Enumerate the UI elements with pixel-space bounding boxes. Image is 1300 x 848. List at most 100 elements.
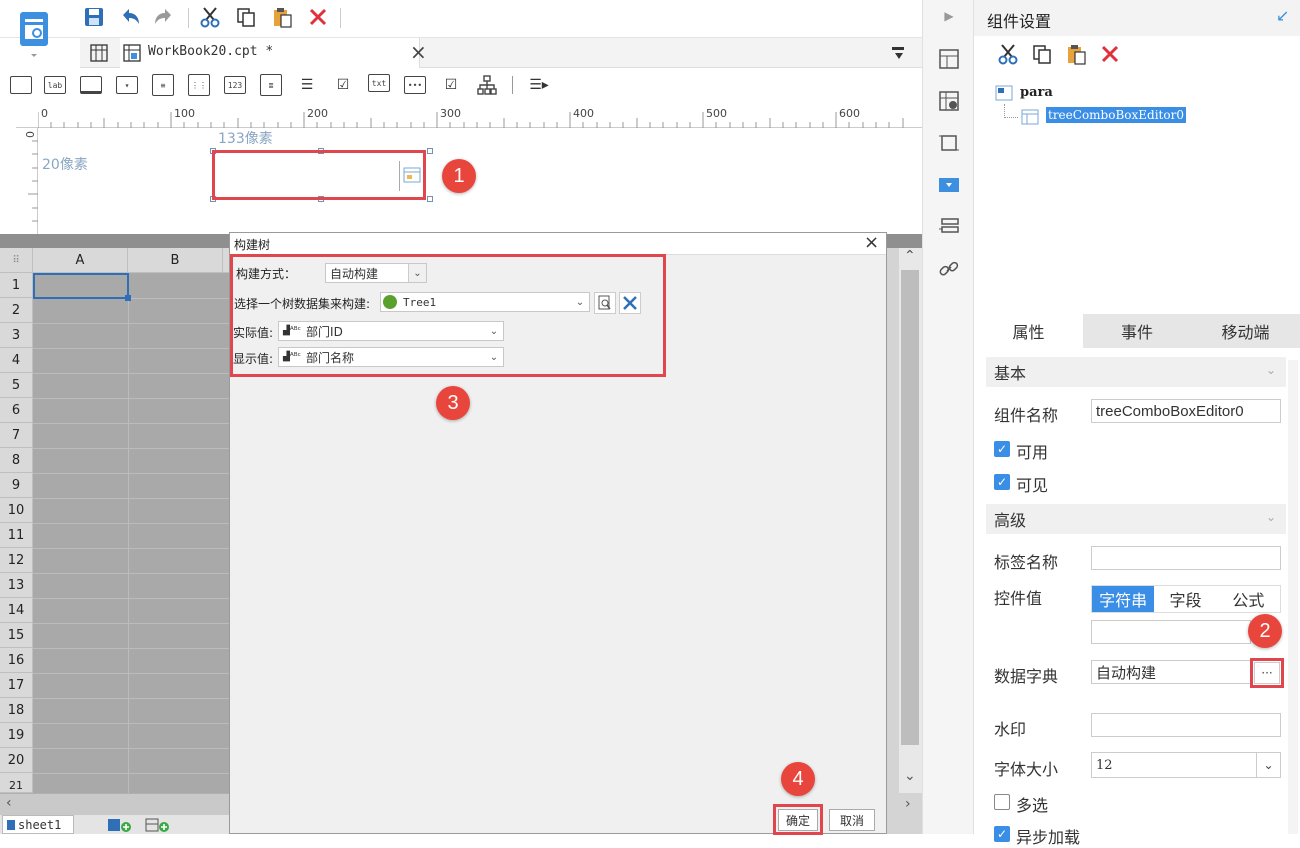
async-load-checkbox[interactable]: ✓	[994, 826, 1010, 842]
seg-formula[interactable]: 公式	[1217, 586, 1280, 612]
row-header[interactable]: 7	[0, 423, 33, 448]
active-cell[interactable]	[33, 273, 129, 299]
tree-child-label[interactable]: treeComboBoxEditor0	[1046, 107, 1186, 123]
widget-number-icon[interactable]: 123	[224, 76, 246, 94]
label-name-input[interactable]	[1091, 546, 1281, 570]
dialog-close-button[interactable]: ×	[864, 232, 879, 253]
row-header[interactable]: 15	[0, 623, 33, 648]
scroll-up-icon[interactable]: ⌃	[904, 248, 916, 264]
multi-select-checkbox[interactable]	[994, 794, 1010, 810]
enabled-checkbox[interactable]: ✓	[994, 441, 1010, 457]
widget-textarea-icon[interactable]: ≣	[260, 74, 282, 96]
widget-dropdown-icon[interactable]: ▾	[116, 76, 138, 94]
scroll-left-icon[interactable]: ‹	[6, 795, 12, 811]
widget-checkbox-icon[interactable]: ☑	[440, 74, 462, 96]
row-header[interactable]: 16	[0, 648, 33, 673]
widget-table-icon[interactable]: ≡	[152, 74, 174, 96]
panel-copy-icon[interactable]	[1030, 42, 1054, 66]
form-layer-icon[interactable]	[935, 214, 963, 240]
link-icon[interactable]	[935, 256, 963, 282]
row-header[interactable]: 18	[0, 698, 33, 723]
undo-icon[interactable]	[118, 5, 142, 29]
spreadsheet[interactable]: ⠿ A B 1 2 3 4 5 6 7 8 9 10 11 12 13 14 1…	[0, 248, 230, 834]
column-header[interactable]: B	[128, 248, 223, 273]
cell-info-icon[interactable]	[935, 88, 963, 114]
seg-string[interactable]: 字符串	[1092, 586, 1155, 612]
section-advanced[interactable]: 高级 ⌄	[986, 504, 1286, 534]
font-size-select[interactable]: 12 ⌄	[1091, 752, 1281, 778]
panel-scrollbar[interactable]	[1288, 360, 1298, 834]
tree-root-label[interactable]: para	[1020, 85, 1053, 100]
select-all-corner[interactable]: ⠿	[0, 248, 33, 273]
row-header[interactable]: 21	[0, 773, 33, 793]
widget-radio-icon[interactable]: ☰	[296, 74, 318, 96]
row-header[interactable]: 10	[0, 498, 33, 523]
panel-paste-icon[interactable]	[1064, 42, 1088, 66]
column-header[interactable]: A	[33, 248, 128, 273]
row-header[interactable]: 20	[0, 748, 33, 773]
redo-icon[interactable]	[152, 5, 176, 29]
widget-date-icon[interactable]: ⋮⋮	[188, 74, 210, 96]
scroll-down-icon[interactable]: ⌄	[904, 768, 916, 784]
name-input[interactable]: treeComboBoxEditor0	[1091, 399, 1281, 423]
cut-icon[interactable]	[198, 5, 222, 29]
widget-checkbox-group-icon[interactable]: ☑	[332, 74, 354, 96]
dock-arrow-icon[interactable]: ↙	[1276, 6, 1289, 25]
horizontal-scrollbar[interactable]: ‹	[0, 793, 230, 815]
row-header[interactable]: 9	[0, 473, 33, 498]
sheet-tab[interactable]: sheet1	[2, 815, 74, 834]
row-header[interactable]: 2	[0, 298, 33, 323]
tab-mobile[interactable]: 移动端	[1191, 314, 1300, 348]
row-header[interactable]: 4	[0, 348, 33, 373]
visible-checkbox[interactable]: ✓	[994, 474, 1010, 490]
tab-workbook[interactable]: WorkBook20.cpt * ×	[120, 38, 427, 68]
paste-icon[interactable]	[270, 5, 294, 29]
widget-tree-icon[interactable]	[476, 74, 498, 96]
layout-icon[interactable]	[935, 46, 963, 72]
dict-input[interactable]: 自动构建	[1091, 660, 1251, 684]
row-header[interactable]: 13	[0, 573, 33, 598]
app-menu-icon[interactable]	[14, 6, 54, 62]
widget-button-icon[interactable]	[10, 76, 32, 94]
section-basic[interactable]: 基本 ⌄	[986, 357, 1286, 387]
row-header[interactable]: 11	[0, 523, 33, 548]
tab-menu-icon[interactable]	[888, 44, 908, 62]
row-header[interactable]: 3	[0, 323, 33, 348]
add-sheet-icon[interactable]	[106, 816, 136, 833]
row-header[interactable]: 12	[0, 548, 33, 573]
widget-label-icon[interactable]: lab	[44, 76, 66, 94]
new-report-icon[interactable]	[88, 42, 112, 64]
scroll-right-icon[interactable]: ›	[905, 796, 911, 812]
vertical-scrollbar[interactable]: ⌃ ⌄	[899, 248, 922, 793]
widget-text-icon[interactable]: txt	[368, 74, 390, 92]
widget-textbox-icon[interactable]	[80, 76, 102, 94]
widget-more-icon[interactable]: ☰▸	[522, 74, 556, 96]
row-header[interactable]: 14	[0, 598, 33, 623]
panel-cut-icon[interactable]	[996, 42, 1020, 66]
control-value-input[interactable]	[1091, 620, 1251, 644]
tab-events[interactable]: 事件	[1083, 314, 1191, 348]
row-header[interactable]: 8	[0, 448, 33, 473]
panel-delete-icon[interactable]	[1098, 42, 1122, 66]
add-form-sheet-icon[interactable]	[144, 816, 174, 833]
collapse-arrow-icon[interactable]: ▶	[939, 6, 959, 26]
save-icon[interactable]	[82, 5, 106, 29]
row-header[interactable]: 19	[0, 723, 33, 748]
widget-password-icon[interactable]: •••	[404, 76, 426, 94]
watermark-input[interactable]	[1091, 713, 1281, 737]
tab-close-button[interactable]: ×	[410, 40, 427, 64]
form-canvas[interactable]: 133像素 20像素	[38, 128, 922, 234]
step-badge-4: 4	[781, 762, 815, 796]
tab-properties[interactable]: 属性	[974, 314, 1083, 348]
cancel-button[interactable]: 取消	[829, 809, 875, 831]
widget-settings-icon[interactable]	[935, 172, 963, 198]
copy-icon[interactable]	[234, 5, 258, 29]
crop-icon[interactable]	[935, 130, 963, 156]
row-header[interactable]: 5	[0, 373, 33, 398]
vertical-tool-strip: ▶	[922, 0, 974, 834]
delete-icon[interactable]	[306, 5, 330, 29]
row-header[interactable]: 1	[0, 273, 33, 298]
row-header[interactable]: 6	[0, 398, 33, 423]
row-header[interactable]: 17	[0, 673, 33, 698]
seg-field[interactable]: 字段	[1154, 586, 1216, 612]
